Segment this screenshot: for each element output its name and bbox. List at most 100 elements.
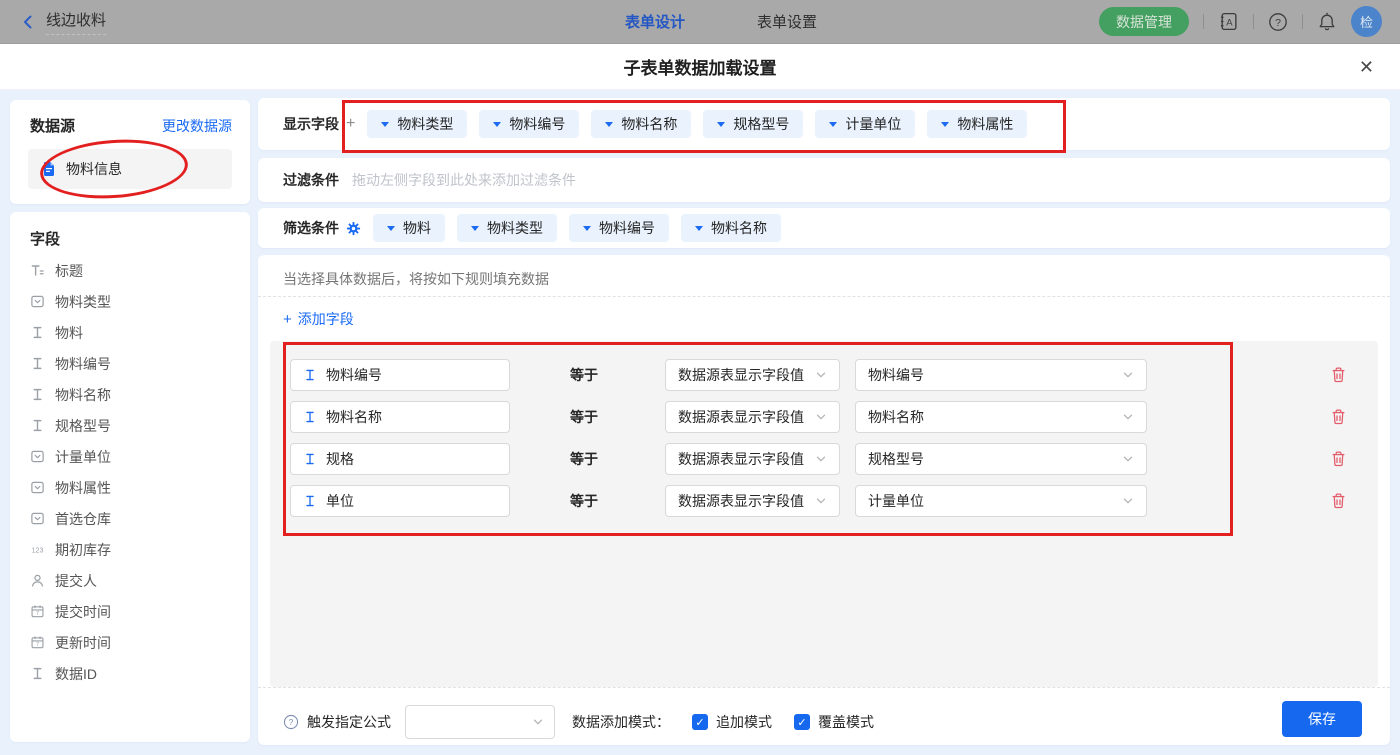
field-item-label: 物料 [55, 323, 83, 343]
caret-down-icon [387, 226, 395, 231]
trash-icon[interactable] [1330, 450, 1347, 467]
display-fields-row: 显示字段 + 物料类型 物料编号 物料名称 规格型号 计量单位 物料属性 [258, 98, 1390, 150]
tab-form-design[interactable]: 表单设计 [625, 11, 685, 32]
tag-label: 物料编号 [509, 114, 565, 134]
rule-source-select[interactable]: 数据源表显示字段值 [665, 443, 840, 475]
rule-operator: 等于 [570, 365, 598, 385]
field-item[interactable]: 物料编号 [10, 348, 250, 379]
field-item[interactable]: 首选仓库 [10, 503, 250, 534]
datasource-section-title: 数据源 [30, 115, 75, 136]
dialog-title: 子表单数据加载设置 [624, 54, 777, 79]
caret-down-icon [471, 226, 479, 231]
close-icon[interactable]: ✕ [1359, 56, 1374, 78]
field-item-label: 规格型号 [55, 416, 111, 436]
rule-target-field[interactable]: 物料名称 [290, 401, 510, 433]
field-item[interactable]: 数据ID [10, 658, 250, 689]
rule-operator: 等于 [570, 449, 598, 469]
rule-target-field[interactable]: 单位 [290, 485, 510, 517]
field-item[interactable]: 规格型号 [10, 410, 250, 441]
display-field-tags: 物料类型 物料编号 物料名称 规格型号 计量单位 物料属性 [367, 110, 1027, 138]
screen-condition-tag[interactable]: 物料编号 [569, 214, 669, 242]
change-datasource-link[interactable]: 更改数据源 [162, 116, 232, 136]
add-display-field-button[interactable]: + [346, 115, 355, 133]
rule-source-select[interactable]: 数据源表显示字段值 [665, 359, 840, 391]
tag-label: 物料类型 [487, 218, 543, 238]
caret-down-icon [605, 122, 613, 127]
display-field-tag[interactable]: 物料属性 [927, 110, 1027, 138]
field-item[interactable]: 计量单位 [10, 441, 250, 472]
rule-source-select[interactable]: 数据源表显示字段值 [665, 485, 840, 517]
field-item[interactable]: 物料 [10, 317, 250, 348]
rule-value-select[interactable]: 计量单位 [855, 485, 1147, 517]
trash-icon[interactable] [1330, 366, 1347, 383]
address-book-icon[interactable] [1218, 11, 1239, 32]
subform-data-load-dialog: 子表单数据加载设置 ✕ 数据源 更改数据源 物料信息 字段 标题 物料类型 物料… [0, 44, 1400, 755]
display-field-tag[interactable]: 规格型号 [703, 110, 803, 138]
rule-target-field[interactable]: 规格 [290, 443, 510, 475]
rule-value-select[interactable]: 规格型号 [855, 443, 1147, 475]
datasource-item[interactable]: 物料信息 [28, 149, 232, 189]
field-item[interactable]: 物料类型 [10, 286, 250, 317]
help-icon[interactable] [1268, 12, 1288, 32]
gear-icon[interactable] [346, 221, 361, 236]
add-field-button[interactable]: + 添加字段 [283, 309, 354, 329]
app-header: 线边收料 表单设计 表单设置 数据管理 检 [0, 0, 1400, 44]
tag-label: 规格型号 [733, 114, 789, 134]
tag-label: 物料名称 [711, 218, 767, 238]
field-item[interactable]: 物料属性 [10, 472, 250, 503]
field-item[interactable]: 物料名称 [10, 379, 250, 410]
tag-label: 物料属性 [957, 114, 1013, 134]
screen-condition-tag[interactable]: 物料 [373, 214, 445, 242]
rule-field-label: 物料编号 [326, 365, 382, 385]
tab-form-settings[interactable]: 表单设置 [757, 11, 817, 32]
divider [1302, 14, 1303, 29]
caret-down-icon [583, 226, 591, 231]
trigger-formula-select[interactable] [405, 705, 555, 739]
trash-icon[interactable] [1330, 492, 1347, 509]
field-item[interactable]: 期初库存 [10, 534, 250, 565]
divider [258, 687, 1390, 688]
append-mode-checkbox[interactable]: ✓ 追加模式 [692, 712, 772, 732]
overwrite-mode-checkbox[interactable]: ✓ 覆盖模式 [794, 712, 874, 732]
filter-condition-row[interactable]: 过滤条件 拖动左侧字段到此处来添加过滤条件 [258, 158, 1390, 202]
checkbox-checked-icon: ✓ [794, 714, 810, 730]
avatar[interactable]: 检 [1351, 6, 1382, 37]
field-item[interactable]: 标题 [10, 255, 250, 286]
rule-value-select[interactable]: 物料编号 [855, 359, 1147, 391]
text-field-icon [30, 666, 45, 681]
rule-operator: 等于 [570, 491, 598, 511]
datasource-item-label: 物料信息 [66, 159, 122, 179]
rule-row: 单位 等于 数据源表显示字段值 计量单位 [270, 485, 1378, 517]
help-circle-icon[interactable] [283, 714, 299, 730]
save-button[interactable]: 保存 [1282, 701, 1362, 737]
text-field-icon [303, 368, 317, 382]
display-field-tag[interactable]: 物料名称 [591, 110, 691, 138]
field-item-label: 提交时间 [55, 602, 111, 622]
chevron-down-icon [815, 495, 827, 507]
field-item[interactable]: 更新时间 [10, 627, 250, 658]
field-item[interactable]: 提交时间 [10, 596, 250, 627]
display-field-tag[interactable]: 物料类型 [367, 110, 467, 138]
screen-condition-label: 筛选条件 [283, 218, 339, 238]
back-button[interactable]: 线边收料 [20, 9, 106, 35]
display-field-tag[interactable]: 计量单位 [815, 110, 915, 138]
chevron-down-icon [1122, 453, 1134, 465]
text-field-icon [30, 387, 45, 402]
screen-condition-tag[interactable]: 物料名称 [681, 214, 781, 242]
field-item[interactable]: 提交人 [10, 565, 250, 596]
select-field-icon [30, 294, 45, 309]
rule-target-field[interactable]: 物料编号 [290, 359, 510, 391]
number-icon [30, 542, 45, 557]
rule-source-select[interactable]: 数据源表显示字段值 [665, 401, 840, 433]
rule-value-select[interactable]: 物料名称 [855, 401, 1147, 433]
form-name: 线边收料 [46, 9, 106, 35]
screen-condition-tag[interactable]: 物料类型 [457, 214, 557, 242]
bell-icon[interactable] [1317, 12, 1337, 32]
display-field-tag[interactable]: 物料编号 [479, 110, 579, 138]
rule-row: 物料名称 等于 数据源表显示字段值 物料名称 [270, 401, 1378, 433]
caret-down-icon [493, 122, 501, 127]
trash-icon[interactable] [1330, 408, 1347, 425]
data-manage-button[interactable]: 数据管理 [1099, 7, 1189, 36]
checkbox-checked-icon: ✓ [692, 714, 708, 730]
rule-value-label: 物料名称 [868, 407, 924, 427]
